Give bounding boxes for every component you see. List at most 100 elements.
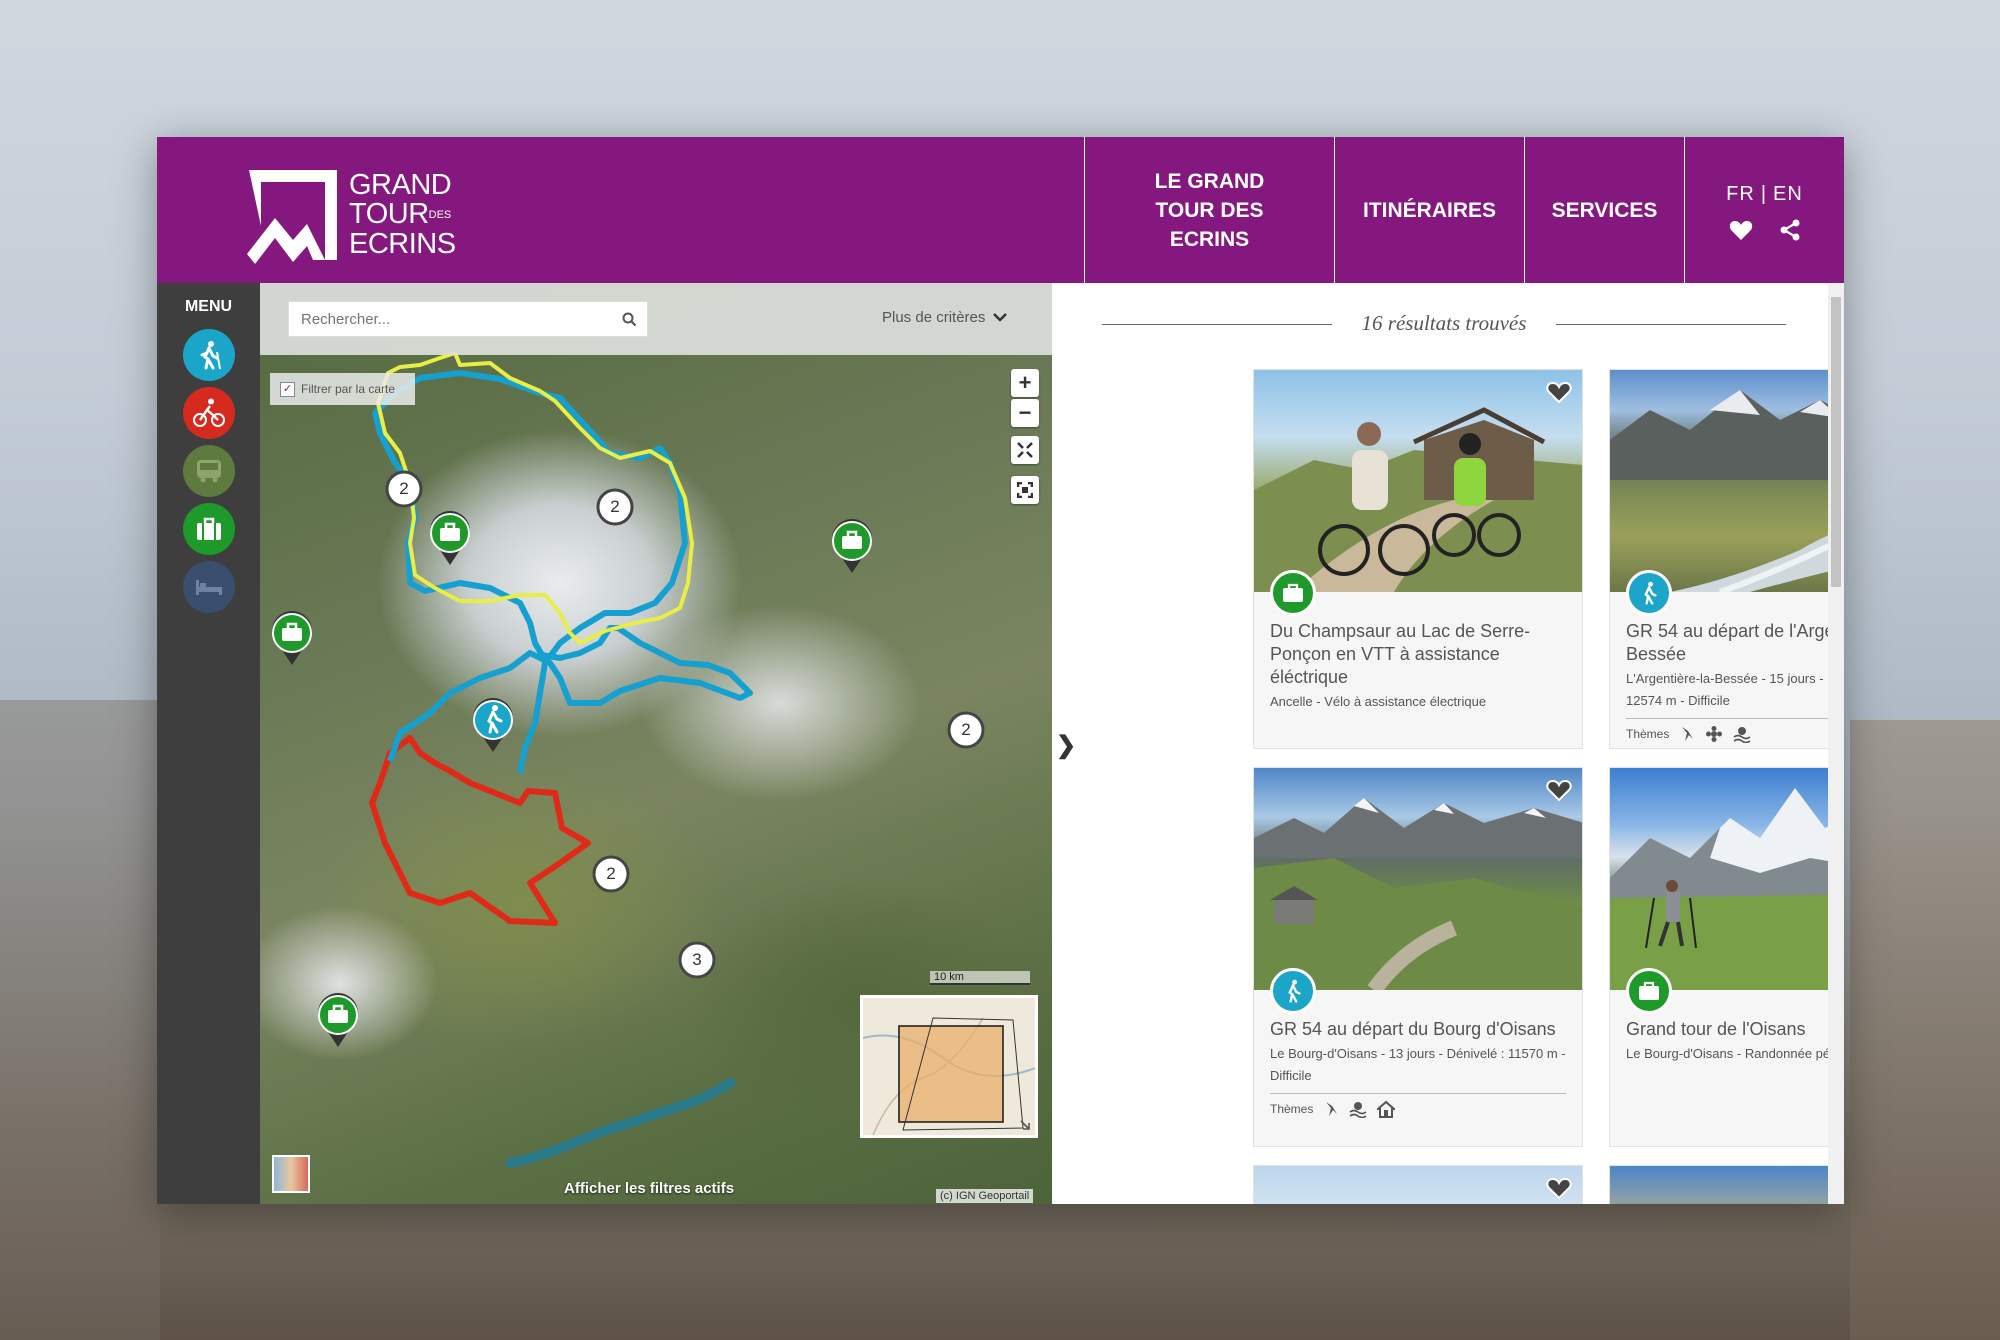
language-switcher: FR | EN bbox=[1726, 180, 1803, 209]
river-valley-photo bbox=[1610, 390, 1844, 592]
zoom-in-button[interactable]: + bbox=[1011, 369, 1039, 397]
expand-arrow-icon[interactable] bbox=[1019, 1119, 1031, 1131]
favorites-heart-icon[interactable] bbox=[1729, 219, 1753, 241]
cluster-count: 2 bbox=[961, 720, 971, 739]
card-meta: Le Bourg-d'Oisans - Randonnée pédestre bbox=[1626, 1046, 1844, 1061]
cluster-marker[interactable]: 2 bbox=[384, 469, 424, 514]
bed-icon bbox=[196, 580, 222, 595]
luggage-pin-icon[interactable] bbox=[428, 511, 472, 567]
card-image bbox=[1610, 768, 1844, 990]
left-menu: MENU bbox=[157, 283, 260, 1204]
result-card[interactable]: GR 54 au départ de l'Argentière-la-Bessé… bbox=[1609, 369, 1844, 749]
favorite-heart-icon[interactable] bbox=[1546, 778, 1572, 802]
menu-bus-button[interactable] bbox=[183, 445, 235, 497]
map-view[interactable]: Plus de critères ✓ Filtrer par la carte … bbox=[260, 283, 1052, 1204]
logo-line-1: GRAND bbox=[349, 169, 452, 202]
hiking-icon bbox=[1644, 581, 1657, 605]
card-title[interactable]: Du Champsaur au Lac de Serre-Ponçon en V… bbox=[1254, 620, 1582, 689]
reset-extent-button[interactable] bbox=[1011, 436, 1039, 464]
nav-grand-tour[interactable]: LE GRAND TOUR DES ECRINS bbox=[1084, 137, 1334, 283]
site-logo[interactable]: GRAND TOURDES ECRINS bbox=[245, 165, 456, 265]
filter-by-map[interactable]: ✓ Filtrer par la carte bbox=[270, 373, 415, 405]
favorite-heart-icon[interactable] bbox=[1546, 1176, 1572, 1200]
card-title[interactable]: GR 54 au départ de l'Argentière-la-Bessé… bbox=[1610, 620, 1844, 666]
result-card[interactable]: GR 54 au départ du Bourg d'Oisans Le Bou… bbox=[1253, 767, 1583, 1147]
hiker-glacier-photo bbox=[1610, 788, 1844, 990]
luggage-pin-icon[interactable] bbox=[830, 519, 874, 575]
card-meta: Le Bourg-d'Oisans - 13 jours - Dénivelé … bbox=[1270, 1046, 1566, 1083]
mountain-logo-icon bbox=[247, 170, 337, 264]
luggage-pin-icon[interactable] bbox=[270, 611, 314, 667]
result-card[interactable]: Grand tour de l'Oisans Le Bourg-d'Oisans… bbox=[1609, 767, 1844, 1147]
filter-by-map-label: Filtrer par la carte bbox=[301, 382, 396, 396]
header-tools: FR | EN bbox=[1684, 137, 1844, 283]
luggage-pin-icon[interactable] bbox=[316, 993, 360, 1049]
search-input[interactable] bbox=[299, 309, 622, 329]
menu-hiking-button[interactable] bbox=[183, 329, 235, 381]
browser-window: GRAND TOURDES ECRINS LE GRAND TOUR DES E… bbox=[157, 137, 1844, 1204]
cluster-count: 3 bbox=[692, 950, 702, 969]
chevron-down-icon bbox=[993, 313, 1008, 322]
cluster-count: 2 bbox=[606, 864, 616, 883]
cyclists-photo bbox=[1254, 407, 1582, 592]
scrollbar-thumb[interactable] bbox=[1831, 297, 1841, 587]
results-panel: ❯ 16 résultats trouvés Du Champsaur au L… bbox=[1052, 283, 1844, 1204]
result-card[interactable] bbox=[1609, 1165, 1844, 1204]
hiking-pin-icon[interactable] bbox=[471, 698, 515, 754]
card-meta: L'Argentière-la-Bessée - 15 jours - Déni… bbox=[1626, 671, 1844, 708]
background-blur-right bbox=[1850, 720, 2000, 1340]
share-icon[interactable] bbox=[1779, 219, 1801, 241]
heritage-theme-icon bbox=[1377, 1100, 1396, 1118]
logo-wordmark: GRAND TOURDES ECRINS bbox=[349, 171, 456, 259]
card-image bbox=[1254, 370, 1582, 592]
cluster-marker[interactable]: 2 bbox=[595, 487, 635, 532]
cluster-marker[interactable]: 3 bbox=[677, 940, 717, 985]
luggage-icon bbox=[1639, 981, 1659, 1000]
search-box bbox=[288, 301, 648, 337]
card-title[interactable]: GR 54 au départ du Bourg d'Oisans bbox=[1254, 1018, 1582, 1041]
overview-minimap[interactable] bbox=[860, 995, 1038, 1138]
result-card[interactable]: Du Champsaur au Lac de Serre-Ponçon en V… bbox=[1253, 369, 1583, 749]
show-active-filters[interactable]: Afficher les filtres actifs bbox=[564, 1180, 734, 1197]
card-badge-luggage bbox=[1626, 968, 1672, 1014]
lang-en[interactable]: EN bbox=[1773, 183, 1803, 205]
results-count: 16 résultats trouvés bbox=[1102, 311, 1786, 336]
cluster-count: 2 bbox=[610, 497, 620, 516]
mountain-hut-photo bbox=[1254, 798, 1582, 990]
lang-separator: | bbox=[1760, 182, 1768, 205]
cluster-count: 2 bbox=[399, 479, 409, 498]
bird-theme-icon bbox=[1682, 727, 1694, 741]
menu-bed-button[interactable] bbox=[183, 561, 235, 613]
background-blur-left bbox=[0, 700, 160, 1340]
fullscreen-button[interactable] bbox=[1011, 476, 1039, 504]
themes-label: Thèmes bbox=[1626, 727, 1670, 741]
menu-luggage-button[interactable] bbox=[183, 503, 235, 555]
lang-fr[interactable]: FR bbox=[1726, 183, 1755, 205]
more-criteria-dropdown[interactable]: Plus de critères bbox=[882, 309, 1008, 326]
card-themes: Thèmes bbox=[1626, 718, 1844, 743]
filter-by-map-checkbox[interactable]: ✓ bbox=[280, 381, 295, 397]
layer-switcher-button[interactable] bbox=[272, 1155, 310, 1193]
result-card[interactable] bbox=[1253, 1165, 1583, 1204]
hiking-icon bbox=[200, 341, 221, 370]
collapse-panel-button[interactable]: ❯ bbox=[1056, 731, 1076, 760]
water-theme-icon bbox=[1349, 1102, 1367, 1118]
cluster-marker[interactable]: 2 bbox=[591, 854, 631, 899]
luggage-icon bbox=[197, 517, 221, 540]
card-meta: Ancelle - Vélo à assistance électrique bbox=[1270, 694, 1487, 709]
card-title[interactable]: Grand tour de l'Oisans bbox=[1610, 1018, 1844, 1041]
cluster-marker[interactable]: 2 bbox=[946, 710, 986, 755]
nav-itineraires[interactable]: ITINÉRAIRES bbox=[1334, 137, 1524, 283]
minimap-graphic bbox=[863, 998, 1035, 1135]
themes-label: Thèmes bbox=[1270, 1102, 1314, 1116]
search-icon[interactable] bbox=[622, 312, 637, 327]
card-badge-hiking bbox=[1626, 570, 1672, 616]
favorite-heart-icon[interactable] bbox=[1546, 380, 1572, 404]
menu-bike-button[interactable] bbox=[183, 387, 235, 439]
site-header: GRAND TOURDES ECRINS LE GRAND TOUR DES E… bbox=[157, 137, 1844, 283]
card-image bbox=[1610, 370, 1844, 592]
zoom-out-button[interactable]: − bbox=[1011, 399, 1039, 427]
panel-scrollbar[interactable] bbox=[1828, 283, 1844, 1204]
map-copyright: (c) IGN Geoportail bbox=[936, 1189, 1034, 1203]
nav-services[interactable]: SERVICES bbox=[1524, 137, 1684, 283]
